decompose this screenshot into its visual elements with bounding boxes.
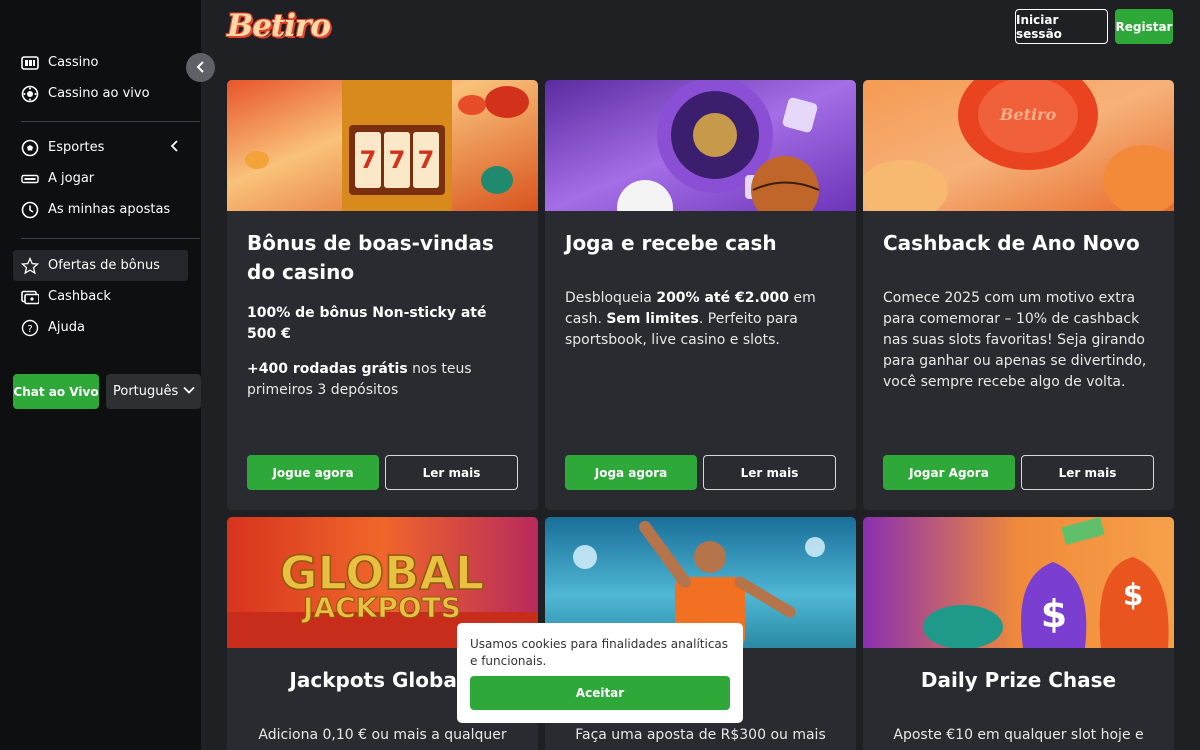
card-text: Desbloqueia	[565, 290, 657, 306]
svg-text:$: $	[1123, 578, 1144, 613]
svg-text:$: $	[1041, 592, 1067, 636]
read-more-button[interactable]: Ler mais	[385, 455, 518, 490]
promo-image-roulette	[545, 80, 856, 211]
sidebar-item-live[interactable]: A jogar	[13, 163, 188, 194]
help-icon: ?	[21, 319, 39, 337]
card-body: Adiciona 0,10 € ou mais a qualquer	[227, 725, 538, 746]
sidebar-item-label: A jogar	[48, 171, 95, 186]
sidebar-item-label: Cashback	[48, 289, 111, 304]
sidebar-item-casino[interactable]: Cassino	[13, 47, 188, 78]
sidebar-item-sports[interactable]: Esportes	[13, 132, 188, 163]
card-body: Desbloqueia 200% até €2.000 em cash. Sem…	[545, 288, 856, 351]
play-now-button[interactable]: Joga agora	[565, 455, 697, 490]
svg-text:7: 7	[389, 146, 406, 174]
cookie-banner: Usamos cookies para finalidades analític…	[457, 623, 743, 723]
language-select[interactable]: Português	[106, 374, 201, 409]
star-icon	[21, 256, 39, 275]
card-text: Faça uma aposta de R$300 ou mais	[575, 727, 826, 743]
promo-image-money-bags: $ $	[863, 517, 1174, 648]
sidebar-item-label: Ofertas de bônus	[48, 258, 160, 273]
promo-card: $ $ Daily Prize Chase Aposte €10 em qual…	[863, 517, 1174, 750]
promo-image-slot-machine: 7 7 7	[227, 80, 538, 211]
card-highlight: Sem limites	[606, 311, 699, 327]
card-body: Faça uma aposta de R$300 ou mais	[545, 725, 856, 746]
sidebar-item-cashback[interactable]: Cashback	[13, 281, 188, 312]
sidebar-item-label: Cassino ao vivo	[48, 86, 150, 101]
accept-cookies-button[interactable]: Aceitar	[470, 676, 730, 710]
play-now-button[interactable]: Jogar Agora	[883, 455, 1015, 490]
sidebar-item-live-casino[interactable]: Cassino ao vivo	[13, 78, 188, 109]
card-highlight: 100% de bônus Non-sticky até 500 €	[247, 305, 487, 342]
cookie-text: Usamos cookies para finalidades analític…	[470, 637, 729, 668]
read-more-button[interactable]: Ler mais	[1021, 455, 1154, 490]
sidebar-divider	[21, 238, 200, 239]
clock-icon	[21, 201, 39, 219]
card-body: 100% de bônus Non-sticky até 500 € +400 …	[227, 303, 538, 401]
svg-text:?: ?	[27, 324, 32, 335]
card-text: Adiciona 0,10 € ou mais a qualquer	[258, 727, 507, 743]
cashback-icon	[21, 288, 39, 306]
roulette-icon	[21, 85, 39, 103]
chevron-down-icon	[183, 384, 195, 399]
slot-machine-icon	[21, 54, 39, 72]
card-title: Bônus de boas-vindas do casino	[247, 231, 494, 284]
sidebar-item-help[interactable]: ? Ajuda	[13, 312, 188, 343]
sidebar-item-label: Ajuda	[48, 320, 85, 335]
promo-card: Betiro Cashback de Ano Novo Comece 2025 …	[863, 80, 1174, 510]
sidebar-item-bonus-offers[interactable]: Ofertas de bônus	[13, 250, 188, 281]
sidebar: Cassino Cassino ao vivo Esportes A jogar	[0, 0, 201, 750]
card-title: Cashback de Ano Novo	[883, 231, 1140, 255]
collapse-sidebar-button[interactable]	[186, 53, 215, 82]
promo-card: Joga e recebe cash Desbloqueia 200% até …	[545, 80, 856, 510]
sidebar-item-label: Esportes	[48, 140, 105, 155]
sidebar-item-label: Cassino	[48, 55, 99, 70]
live-badge-icon	[21, 170, 39, 188]
live-chat-button[interactable]: Chat ao Vivo	[13, 374, 99, 409]
jackpot-subtitle-text: JACKPOTS	[301, 591, 461, 624]
read-more-button[interactable]: Ler mais	[703, 455, 836, 490]
login-button[interactable]: Iniciar sessão	[1015, 9, 1108, 44]
soccer-ball-icon	[21, 139, 39, 157]
svg-text:7: 7	[360, 146, 377, 174]
svg-text:Betiro: Betiro	[999, 105, 1057, 124]
sidebar-item-label: As minhas apostas	[48, 202, 171, 217]
chevron-left-icon[interactable]	[170, 140, 180, 156]
brand-logo[interactable]: Betiro	[227, 8, 331, 44]
card-title: Daily Prize Chase	[920, 668, 1117, 692]
card-title: Joga e recebe cash	[565, 231, 777, 255]
register-button[interactable]: Registar	[1115, 9, 1173, 44]
card-body: Comece 2025 com um motivo extra para com…	[863, 288, 1174, 393]
card-body: Aposte €10 em qualquer slot hoje e	[863, 725, 1174, 746]
language-label: Português	[113, 384, 179, 399]
chevron-left-icon	[196, 58, 206, 77]
card-text: Comece 2025 com um motivo extra para com…	[883, 290, 1147, 390]
card-text: Aposte €10 em qualquer slot hoje e	[893, 727, 1144, 743]
promo-card: 7 7 7 Bônus de boas-vindas do casino 100…	[227, 80, 538, 510]
sidebar-divider	[21, 121, 200, 122]
sidebar-item-my-bets[interactable]: As minhas apostas	[13, 194, 188, 225]
card-highlight: 200% até €2.000	[656, 290, 789, 306]
promo-image-casino-chip: Betiro	[863, 80, 1174, 211]
play-now-button[interactable]: Jogue agora	[247, 455, 379, 490]
svg-text:7: 7	[418, 146, 435, 174]
card-highlight: +400 rodadas grátis	[247, 361, 408, 377]
